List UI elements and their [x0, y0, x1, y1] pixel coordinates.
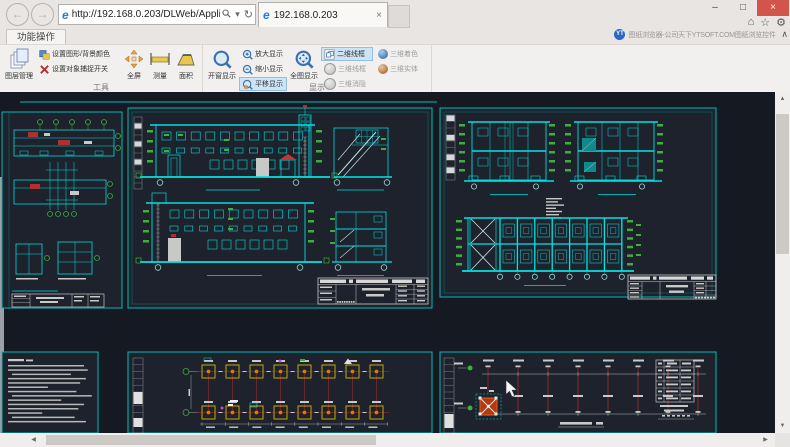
wireframe-2d-button[interactable]: 二维线框 — [321, 47, 373, 61]
tool-small-buttons: 设置图形/背景颜色 设置对象捕捉开关 — [35, 46, 121, 77]
sheet-column-layout — [440, 352, 716, 433]
cad-viewport[interactable]: 平面布置图 ②-⑦轴立面图 ①-②轴立面图 ⑦-②轴立面图 ②-①轴立面图 1-… — [0, 92, 790, 447]
scroll-left-arrow[interactable]: ◀ — [26, 433, 41, 447]
ie-icon: e — [62, 8, 69, 22]
browser-window: ← → e http://192.168.0.203/DLWeb/Applica… — [0, 0, 790, 447]
plugin-info-text: 图纸浏览器-公司天下YTSOFT.COM图纸浏览控件-试用版 — [628, 30, 776, 40]
window-zoom-icon — [212, 48, 232, 70]
ribbon-group-display: 开窗显示 放大显示 缩小显示 平移显示 — [203, 45, 432, 93]
zoom-in-icon — [242, 49, 253, 60]
fullscreen-button[interactable]: 全屏 — [121, 46, 147, 81]
plugin-brand: YT 图纸浏览器-公司天下YTSOFT.COM图纸浏览控件-试用版 ∧ — [614, 29, 788, 40]
back-button[interactable]: ← — [6, 3, 29, 26]
render-mode-column-2: 三维着色 三维实体 — [374, 46, 428, 77]
window-zoom-button[interactable]: 开窗显示 — [206, 46, 238, 81]
sheet-sections: 1-1剖面图 2-2剖面图 3-3剖面图 — [440, 108, 716, 299]
browser-titlebar: ← → e http://192.168.0.203/DLWeb/Applica… — [0, 0, 790, 28]
solid-3d-icon — [378, 64, 388, 74]
vertical-scroll-thumb[interactable] — [776, 114, 789, 254]
minimize-button[interactable]: – — [701, 0, 729, 16]
wireframe-3d-button[interactable]: 三维线框 — [321, 62, 373, 76]
refresh-icon[interactable]: ↻ — [244, 8, 253, 21]
horizontal-scrollbar[interactable]: ◀ ▶ — [0, 433, 775, 447]
sheet-elevations: ②-⑦轴立面图 ①-②轴立面图 ⑦-②轴立面图 ②-①轴立面图 — [128, 105, 432, 308]
zoom-out-button[interactable]: 缩小显示 — [239, 62, 287, 76]
close-button[interactable]: × — [757, 0, 789, 16]
vertical-scrollbar[interactable]: ▲ ▼ — [775, 92, 790, 433]
osnap-toggle-button[interactable]: 设置对象捕捉开关 — [36, 62, 120, 76]
fullscreen-arrows-icon — [124, 48, 144, 70]
collapse-ribbon-icon[interactable]: ∧ — [781, 29, 788, 40]
layer-manager-button[interactable]: 图层管理 — [3, 46, 35, 81]
shaded-3d-button[interactable]: 三维着色 — [375, 47, 427, 61]
ie-tab-icon: e — [263, 8, 270, 22]
maximize-button[interactable]: □ — [729, 0, 757, 16]
zoom-in-button[interactable]: 放大显示 — [239, 47, 287, 61]
ribbon-tab-row: 功能操作 YT 图纸浏览器-公司天下YTSOFT.COM图纸浏览控件-试用版 ∧ — [0, 28, 790, 44]
color-icon — [39, 49, 50, 60]
horizontal-scroll-thumb[interactable] — [46, 435, 376, 445]
set-bg-color-button[interactable]: 设置图形/背景颜色 — [36, 47, 120, 61]
forward-button[interactable]: → — [31, 3, 54, 26]
ribbon: 图层管理 设置图形/背景颜色 设置对象捕捉开关 — [0, 44, 790, 94]
wireframe-2d-icon — [324, 49, 335, 60]
address-dropdown-caret[interactable]: ▾ — [235, 9, 240, 20]
search-icon[interactable] — [222, 9, 231, 20]
sheet-plan-details: 平面布置图 — [2, 112, 122, 308]
red-x-icon — [39, 64, 50, 75]
new-tab-button[interactable] — [388, 5, 410, 28]
scroll-right-arrow[interactable]: ▶ — [758, 433, 773, 447]
zoom-extents-button[interactable]: 全图显示 — [288, 46, 320, 81]
tab-title: 192.168.0.203 — [274, 10, 371, 21]
sheet-notes — [2, 352, 98, 433]
browser-tab[interactable]: e 192.168.0.203 × — [258, 2, 388, 27]
measure-button[interactable]: 测量 — [147, 46, 173, 81]
shaded-3d-icon — [378, 49, 388, 59]
window-controls: – □ × — [701, 0, 789, 16]
url-text[interactable]: http://192.168.0.203/DLWeb/Application/Y… — [72, 9, 221, 20]
yt-logo: YT — [614, 29, 625, 40]
zoom-extents-icon — [294, 48, 314, 70]
ribbon-group-tools: 图层管理 设置图形/背景颜色 设置对象捕捉开关 — [0, 45, 203, 93]
ruler-icon — [149, 48, 171, 70]
tab-close-icon[interactable]: × — [376, 10, 382, 21]
layers-icon — [8, 48, 30, 70]
ribbon-tab-function[interactable]: 功能操作 — [6, 29, 66, 45]
scroll-down-arrow[interactable]: ▼ — [775, 419, 790, 433]
cad-drawing-canvas[interactable]: 平面布置图 ②-⑦轴立面图 ①-②轴立面图 ⑦-②轴立面图 ②-①轴立面图 1-… — [0, 92, 775, 433]
sheet-foundation-plan — [128, 352, 432, 433]
area-shape-icon — [175, 48, 197, 70]
scroll-up-arrow[interactable]: ▲ — [775, 92, 790, 106]
wireframe-3d-icon — [324, 63, 336, 75]
area-button[interactable]: 面积 — [173, 46, 199, 81]
solid-3d-button[interactable]: 三维实体 — [375, 62, 427, 76]
address-bar[interactable]: e http://192.168.0.203/DLWeb/Application… — [58, 4, 256, 25]
scrollbar-corner — [775, 433, 790, 447]
zoom-out-icon — [242, 64, 253, 75]
